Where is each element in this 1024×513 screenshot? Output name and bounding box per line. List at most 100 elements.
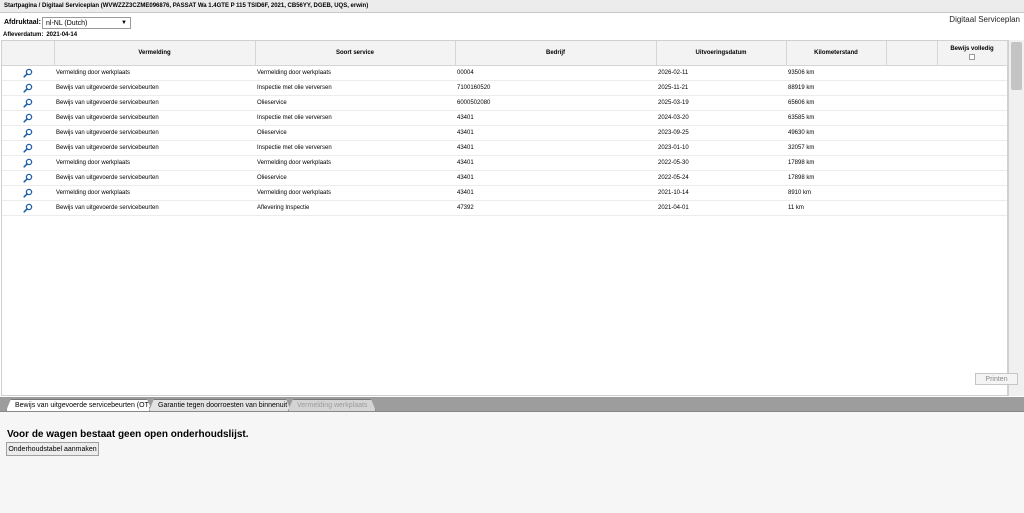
table-row[interactable]: Bewijs van uitgevoerde servicebeurten Ins… xyxy=(2,80,1007,96)
col-header-uitvoeringsdatum[interactable]: Uitvoeringsdatum xyxy=(656,41,787,66)
cell-uitvoeringsdatum: 2022-05-30 xyxy=(656,155,786,171)
cell-kilometerstand: 32057 km xyxy=(786,140,886,156)
row-action-cell xyxy=(2,170,54,186)
cell-soort-service: Vermelding door werkplaats xyxy=(255,185,455,201)
cell-bewijs-volledig xyxy=(937,200,1007,216)
col-header-empty xyxy=(886,41,938,66)
cell-bewijs-volledig xyxy=(937,140,1007,156)
cell-kilometerstand: 8910 km xyxy=(786,185,886,201)
cell-vermelding: Bewijs van uitgevoerde servicebeurten xyxy=(54,200,255,216)
cell-empty xyxy=(886,110,937,126)
col-header-vermelding[interactable]: Vermelding xyxy=(54,41,256,66)
cell-kilometerstand: 49630 km xyxy=(786,125,886,141)
tab-proof-of-service[interactable]: Bewijs van uitgevoerde servicebeurten (O… xyxy=(6,399,152,411)
cell-bedrijf: 00004 xyxy=(455,65,656,81)
cell-bedrijf: 43401 xyxy=(455,140,656,156)
tab-rust-warranty[interactable]: Garantie tegen doorroesten van binnenuit xyxy=(149,399,291,411)
cell-vermelding: Bewijs van uitgevoerde servicebeurten xyxy=(54,170,255,186)
cell-bewijs-volledig xyxy=(937,80,1007,96)
row-action-cell xyxy=(2,185,54,201)
bewijs-volledig-checkbox[interactable] xyxy=(969,54,975,60)
magnifier-icon[interactable] xyxy=(23,113,33,123)
table-row[interactable]: Bewijs van uitgevoerde servicebeurten Oli… xyxy=(2,125,1007,141)
table-header-row: Vermelding Soort service Bedrijf Uitvoer… xyxy=(2,41,1008,66)
breadcrumb: Startpagina / Digitaal Serviceplan (WVWZ… xyxy=(0,0,1024,13)
col-header-bedrijf[interactable]: Bedrijf xyxy=(455,41,657,66)
magnifier-icon[interactable] xyxy=(23,83,33,93)
no-maintenance-message: Voor de wagen bestaat geen open onderhou… xyxy=(7,429,249,440)
cell-bedrijf: 43401 xyxy=(455,155,656,171)
cell-uitvoeringsdatum: 2024-03-20 xyxy=(656,110,786,126)
table-row[interactable]: Bewijs van uitgevoerde servicebeurten Oli… xyxy=(2,95,1007,111)
cell-soort-service: Olieservice xyxy=(255,125,455,141)
cell-kilometerstand: 11 km xyxy=(786,200,886,216)
cell-bedrijf: 43401 xyxy=(455,185,656,201)
cell-empty xyxy=(886,95,937,111)
magnifier-icon[interactable] xyxy=(23,158,33,168)
scrollbar-thumb[interactable] xyxy=(1011,42,1022,90)
cell-vermelding: Vermelding door werkplaats xyxy=(54,155,255,171)
print-language-select[interactable]: nl-NL (Dutch) ▼ xyxy=(42,17,131,29)
magnifier-icon[interactable] xyxy=(23,173,33,183)
magnifier-icon[interactable] xyxy=(23,128,33,138)
print-button[interactable]: Printen xyxy=(975,373,1018,385)
magnifier-icon[interactable] xyxy=(23,203,33,213)
table-row[interactable]: Vermelding door werkplaats Vermelding doo… xyxy=(2,155,1007,171)
cell-empty xyxy=(886,65,937,81)
cell-soort-service: Olieservice xyxy=(255,170,455,186)
row-action-cell xyxy=(2,65,54,81)
table-row[interactable]: Bewijs van uitgevoerde servicebeurten Oli… xyxy=(2,170,1007,186)
col-header-bewijs-volledig: Bewijs volledig xyxy=(937,41,1008,66)
cell-kilometerstand: 88919 km xyxy=(786,80,886,96)
cell-bewijs-volledig xyxy=(937,185,1007,201)
service-history-grid: Vermelding Soort service Bedrijf Uitvoer… xyxy=(1,40,1008,396)
cell-vermelding: Bewijs van uitgevoerde servicebeurten xyxy=(54,125,255,141)
cell-soort-service: Inspectie met olie verversen xyxy=(255,140,455,156)
cell-soort-service: Olieservice xyxy=(255,95,455,111)
print-language-label: Afdruktaal: xyxy=(4,19,41,26)
table-row[interactable]: Vermelding door werkplaats Vermelding doo… xyxy=(2,185,1007,201)
col-header-kilometerstand[interactable]: Kilometerstand xyxy=(786,41,887,66)
cell-soort-service: Inspectie met olie verversen xyxy=(255,80,455,96)
delivery-date-value: 2021-04-14 xyxy=(46,32,78,38)
cell-vermelding: Vermelding door werkplaats xyxy=(54,185,255,201)
cell-bedrijf: 43401 xyxy=(455,125,656,141)
cell-kilometerstand: 17898 km xyxy=(786,170,886,186)
chevron-down-icon: ▼ xyxy=(121,20,127,26)
row-action-cell xyxy=(2,125,54,141)
cell-uitvoeringsdatum: 2026-02-11 xyxy=(656,65,786,81)
cell-soort-service: Vermelding door werkplaats xyxy=(255,65,455,81)
magnifier-icon[interactable] xyxy=(23,143,33,153)
row-action-cell xyxy=(2,80,54,96)
tab-strip: Bewijs van uitgevoerde servicebeurten (O… xyxy=(0,397,1024,412)
cell-bewijs-volledig xyxy=(937,155,1007,171)
cell-bedrijf: 47392 xyxy=(455,200,656,216)
cell-vermelding: Vermelding door werkplaats xyxy=(54,65,255,81)
cell-soort-service: Inspectie met olie verversen xyxy=(255,110,455,126)
table-row[interactable]: Bewijs van uitgevoerde servicebeurten Ins… xyxy=(2,110,1007,126)
table-row[interactable]: Vermelding door werkplaats Vermelding doo… xyxy=(2,65,1007,81)
create-maintenance-table-button[interactable]: Onderhoudstabel aanmaken xyxy=(6,442,99,456)
col-header-action xyxy=(2,41,55,66)
table-row[interactable]: Bewijs van uitgevoerde servicebeurten Ins… xyxy=(2,140,1007,156)
grid-scrollbar[interactable] xyxy=(1008,40,1024,396)
magnifier-icon[interactable] xyxy=(23,188,33,198)
cell-empty xyxy=(886,200,937,216)
row-action-cell xyxy=(2,200,54,216)
cell-empty xyxy=(886,80,937,96)
magnifier-icon[interactable] xyxy=(23,98,33,108)
print-language-value: nl-NL (Dutch) xyxy=(46,20,88,27)
table-row[interactable]: Bewijs van uitgevoerde servicebeurten Afl… xyxy=(2,200,1007,216)
delivery-date: Afleverdatum: 2021-04-14 xyxy=(3,32,80,38)
col-header-soort-service[interactable]: Soort service xyxy=(255,41,456,66)
magnifier-icon[interactable] xyxy=(23,68,33,78)
cell-empty xyxy=(886,170,937,186)
maintenance-panel: Voor de wagen bestaat geen open onderhou… xyxy=(0,412,1024,513)
cell-soort-service: Aflevering Inspectie xyxy=(255,200,455,216)
cell-uitvoeringsdatum: 2025-11-21 xyxy=(656,80,786,96)
cell-vermelding: Bewijs van uitgevoerde servicebeurten xyxy=(54,95,255,111)
cell-bewijs-volledig xyxy=(937,95,1007,111)
row-action-cell xyxy=(2,95,54,111)
cell-bedrijf: 7100160520 xyxy=(455,80,656,96)
app-title: Digitaal Serviceplan xyxy=(949,15,1020,24)
